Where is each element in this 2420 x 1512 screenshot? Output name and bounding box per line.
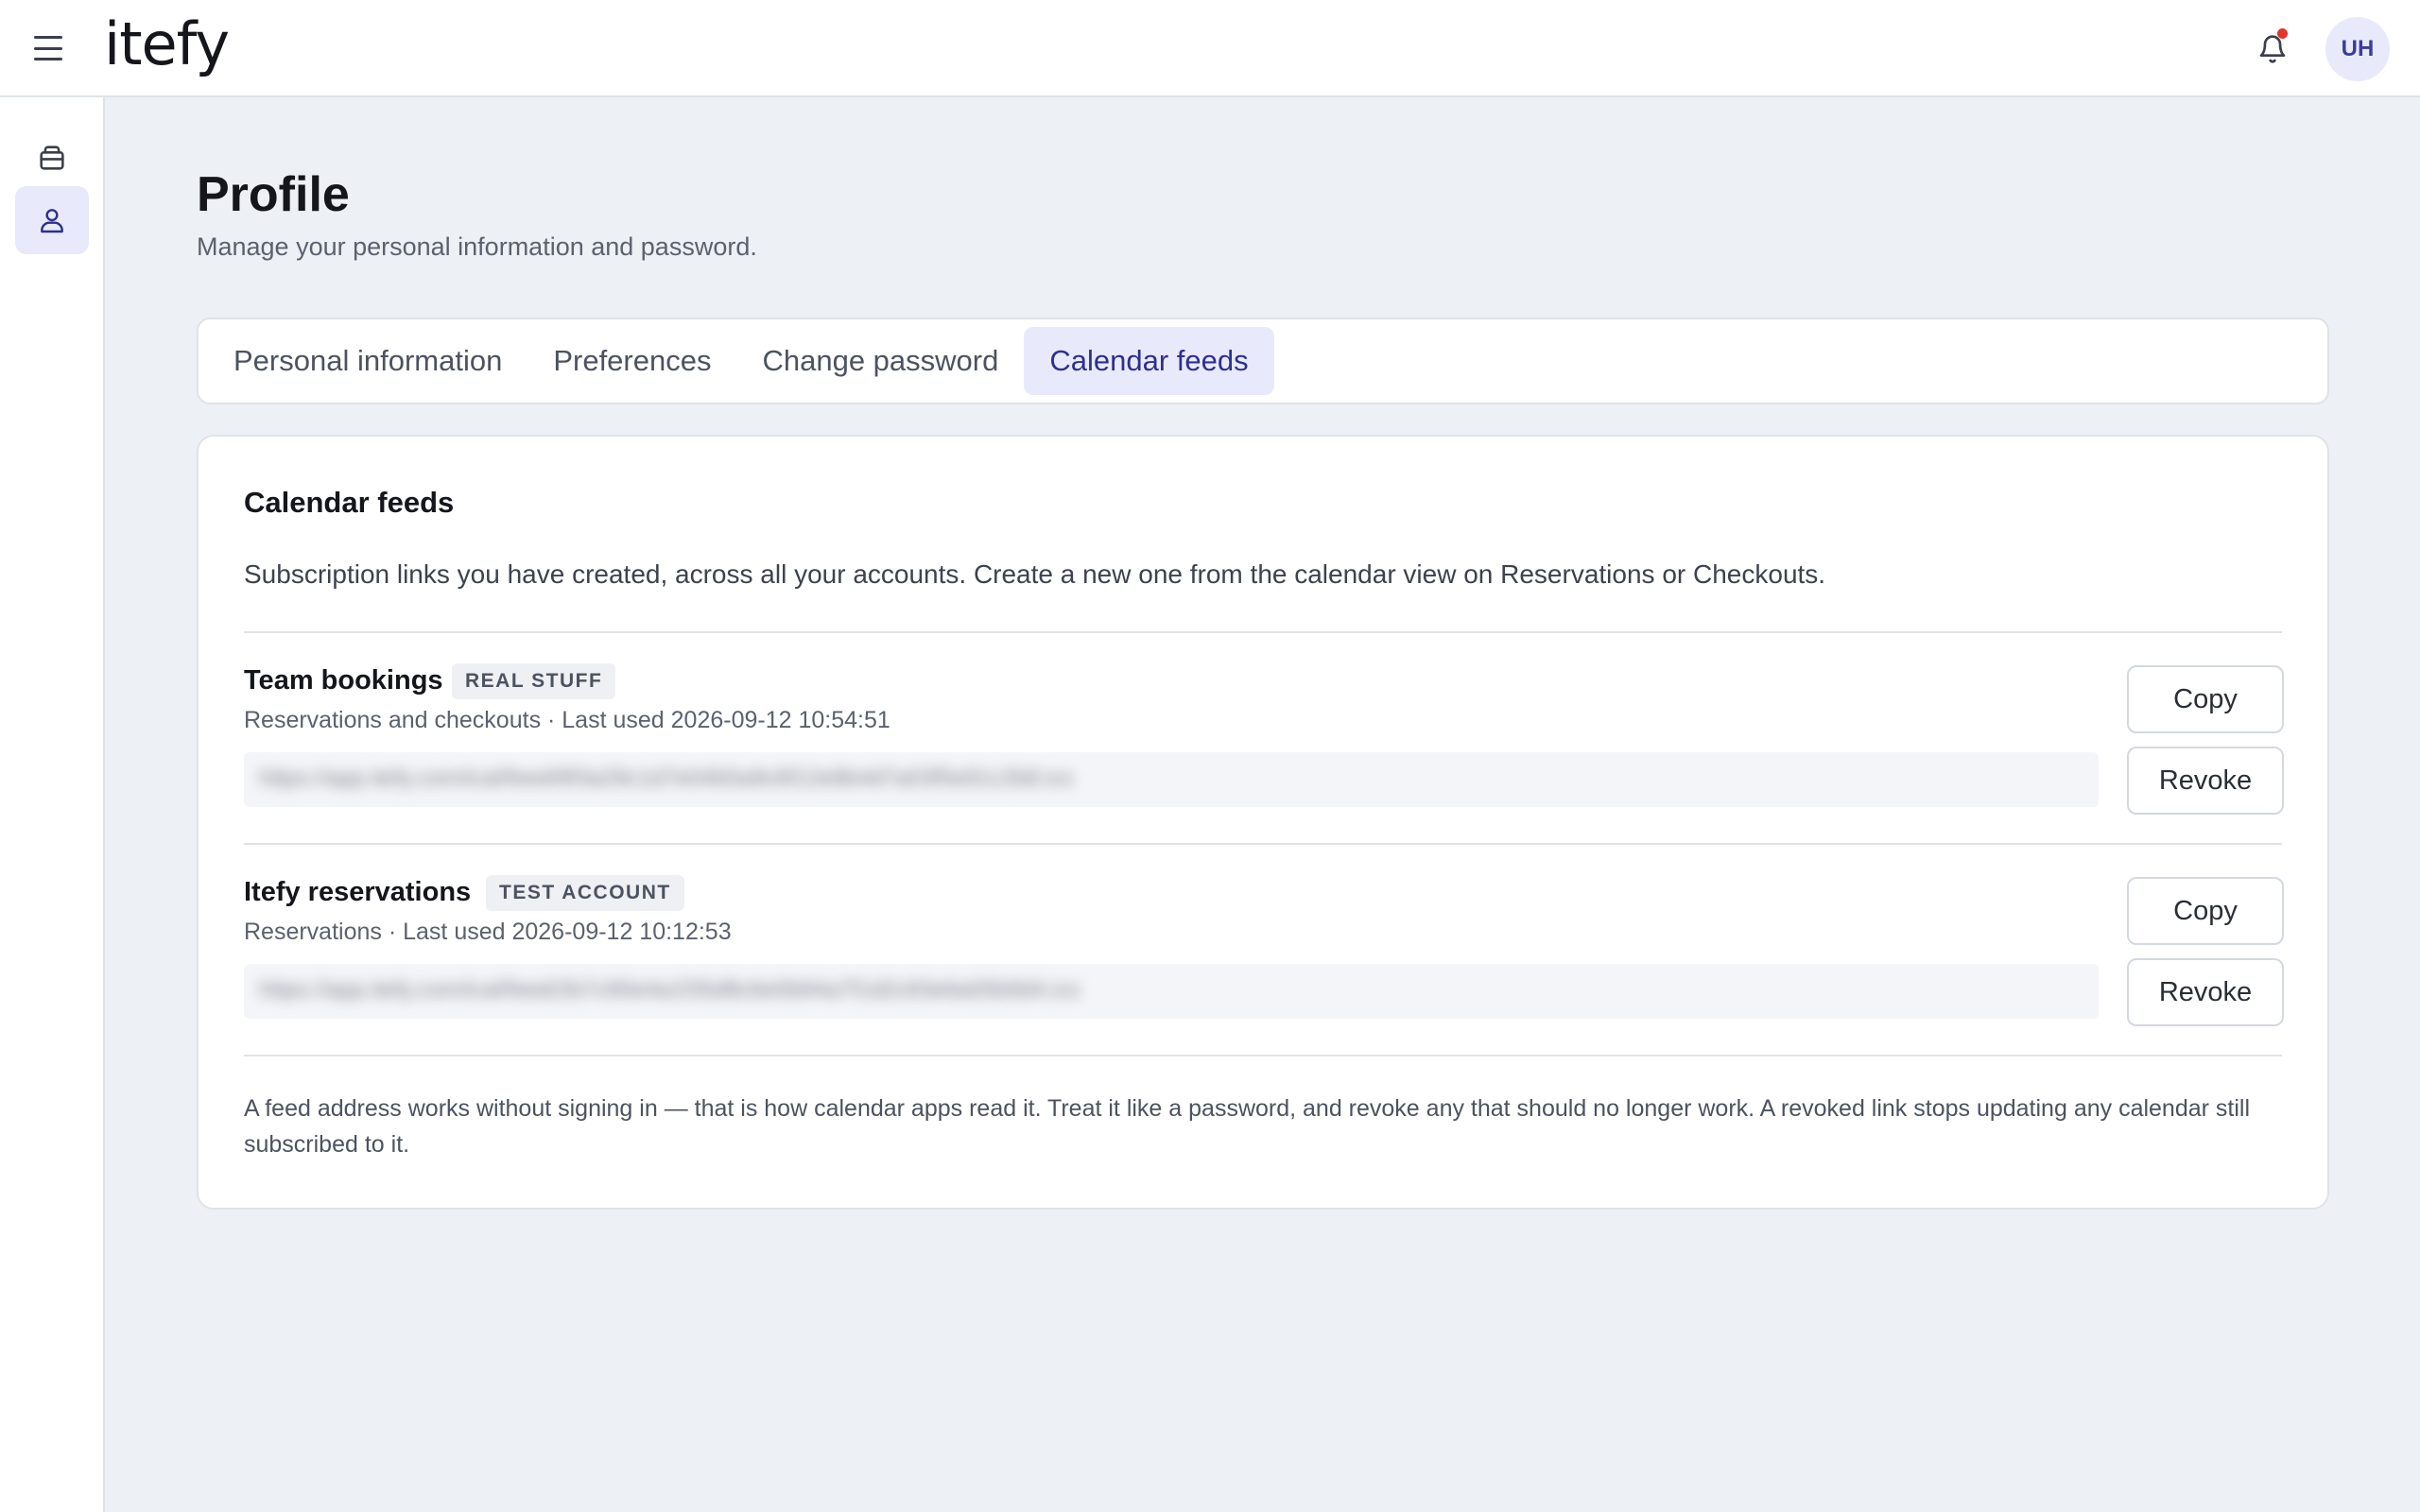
card-description: Subscription links you have created, acr…: [244, 559, 1826, 589]
revoke-button[interactable]: Revoke: [2127, 747, 2284, 815]
divider: [244, 1055, 2282, 1057]
page-title: Profile: [197, 167, 350, 222]
card-title: Calendar feeds: [244, 486, 455, 519]
tab-change-password[interactable]: Change password: [736, 327, 1024, 395]
feed-meta: Reservations and checkouts · Last used 2…: [244, 707, 890, 733]
profile-tabs: Personal information Preferences Change …: [197, 318, 2329, 404]
copy-button[interactable]: Copy: [2127, 877, 2284, 945]
sidebar-item-profile[interactable]: [15, 186, 89, 254]
security-footnote: A feed address works without signing in …: [244, 1095, 2251, 1158]
notifications-bell-icon[interactable]: [2252, 28, 2293, 70]
tab-calendar-feeds[interactable]: Calendar feeds: [1024, 327, 1274, 395]
user-avatar[interactable]: UH: [2325, 17, 2390, 81]
revoke-button[interactable]: Revoke: [2127, 958, 2284, 1026]
menu-icon[interactable]: [34, 36, 62, 60]
user-icon: [41, 209, 63, 233]
feed-name: Team bookings: [244, 665, 443, 696]
feed-meta: Reservations · Last used 2026-09-12 10:1…: [244, 919, 732, 945]
feed-name: Itefy reservations: [244, 877, 472, 907]
divider: [244, 843, 2282, 845]
tab-personal-information[interactable]: Personal information: [208, 327, 527, 395]
app-logo[interactable]: itefy: [104, 9, 230, 78]
top-bar: itefy UH: [0, 0, 2420, 97]
inventory-icon: [40, 146, 64, 170]
feed-url-field[interactable]: https://app.itefy.com/ical/feed/8f3a29c1…: [244, 752, 2099, 807]
copy-button[interactable]: Copy: [2127, 665, 2284, 733]
tab-preferences[interactable]: Preferences: [527, 327, 736, 395]
sidebar: [0, 97, 105, 1512]
feed-url-field[interactable]: https://app.itefy.com/ical/feed/2b7c90e4…: [244, 964, 2099, 1019]
sidebar-item-inventory[interactable]: [15, 124, 89, 192]
account-badge: TEST ACCOUNT: [486, 875, 684, 911]
account-badge: REAL STUFF: [452, 663, 616, 699]
divider: [244, 631, 2282, 633]
page-subtitle: Manage your personal information and pas…: [197, 232, 757, 261]
notification-dot: [2277, 28, 2288, 39]
calendar-feeds-card: Calendar feeds Subscription links you ha…: [197, 435, 2329, 1210]
